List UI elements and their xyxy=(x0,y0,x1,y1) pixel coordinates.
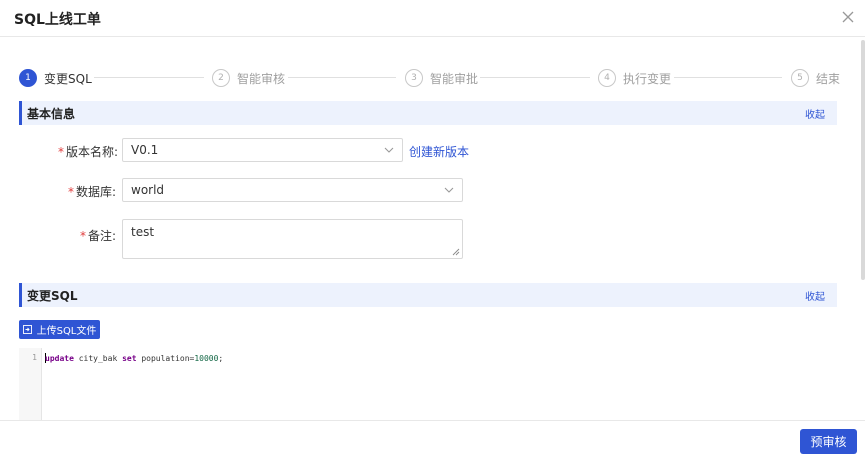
remark-label: * 备注: xyxy=(80,229,117,243)
sql-code-editor[interactable]: 1 update city_bak set population=10000; xyxy=(19,348,837,420)
section-title: 变更SQL xyxy=(27,289,78,303)
step-label: 智能审批 xyxy=(430,71,479,86)
step-label: 变更SQL xyxy=(44,71,92,86)
sql-ticket-dialog: SQL上线工单 1 变更SQL 2 智能审核 3 智能审批 4 执行变更 5 结… xyxy=(0,0,865,456)
dialog-footer: 预审核 xyxy=(0,420,865,456)
version-name-select[interactable]: V0.1 xyxy=(122,138,403,162)
dialog-title: SQL上线工单 xyxy=(14,12,101,28)
step-label: 智能审核 xyxy=(237,71,286,86)
step-label: 结束 xyxy=(816,71,841,86)
line-number: 1 xyxy=(32,353,37,362)
create-new-version-link[interactable]: 创建新版本 xyxy=(409,143,469,160)
remark-textarea[interactable]: test xyxy=(122,219,463,259)
step-number: 3 xyxy=(405,69,423,87)
close-icon[interactable] xyxy=(840,9,856,25)
step-number: 4 xyxy=(598,69,616,87)
chevron-down-icon xyxy=(384,147,394,153)
sql-assignment: population= xyxy=(136,354,195,363)
basic-info-section-header: 基本信息 收起 xyxy=(19,101,837,125)
progress-steps: 1 变更SQL 2 智能审核 3 智能审批 4 执行变更 5 结束 xyxy=(0,66,865,90)
upload-file-icon xyxy=(22,325,32,334)
change-sql-section-header: 变更SQL 收起 xyxy=(19,283,837,307)
step-number: 2 xyxy=(212,69,230,87)
step-number: 1 xyxy=(19,69,37,87)
database-label: * 数据库: xyxy=(68,185,117,199)
sql-keyword: update xyxy=(45,354,74,363)
step-execute-change[interactable]: 4 执行变更 xyxy=(598,66,671,90)
database-select[interactable]: world xyxy=(122,178,463,202)
upload-button-label: 上传SQL文件 xyxy=(36,326,97,337)
version-name-label: * 版本名称: xyxy=(58,145,119,159)
resize-handle-icon[interactable] xyxy=(452,248,460,256)
step-end[interactable]: 5 结束 xyxy=(791,66,840,90)
collapse-basic-info-link[interactable]: 收起 xyxy=(805,106,825,121)
step-smart-approval[interactable]: 3 智能审批 xyxy=(405,66,478,90)
database-value: world xyxy=(131,183,165,197)
step-smart-review[interactable]: 2 智能审核 xyxy=(212,66,285,90)
sql-terminator: ; xyxy=(218,354,224,363)
upload-sql-file-button[interactable]: 上传SQL文件 xyxy=(19,320,100,339)
version-name-value: V0.1 xyxy=(131,143,159,157)
pre-review-button[interactable]: 预审核 xyxy=(800,429,857,454)
dialog-header: SQL上线工单 xyxy=(0,0,865,37)
sql-number: 10000 xyxy=(194,354,219,363)
step-number: 5 xyxy=(791,69,809,87)
line-number-gutter: 1 xyxy=(19,348,42,420)
section-title: 基本信息 xyxy=(27,107,76,121)
sql-keyword: set xyxy=(122,354,137,363)
sql-table: city_bak xyxy=(73,354,123,363)
collapse-change-sql-link[interactable]: 收起 xyxy=(805,288,825,303)
step-change-sql[interactable]: 1 变更SQL xyxy=(19,66,92,90)
remark-value: test xyxy=(131,225,155,239)
chevron-down-icon xyxy=(444,187,454,193)
step-label: 执行变更 xyxy=(623,71,672,86)
code-line[interactable]: update city_bak set population=10000; xyxy=(45,353,223,363)
